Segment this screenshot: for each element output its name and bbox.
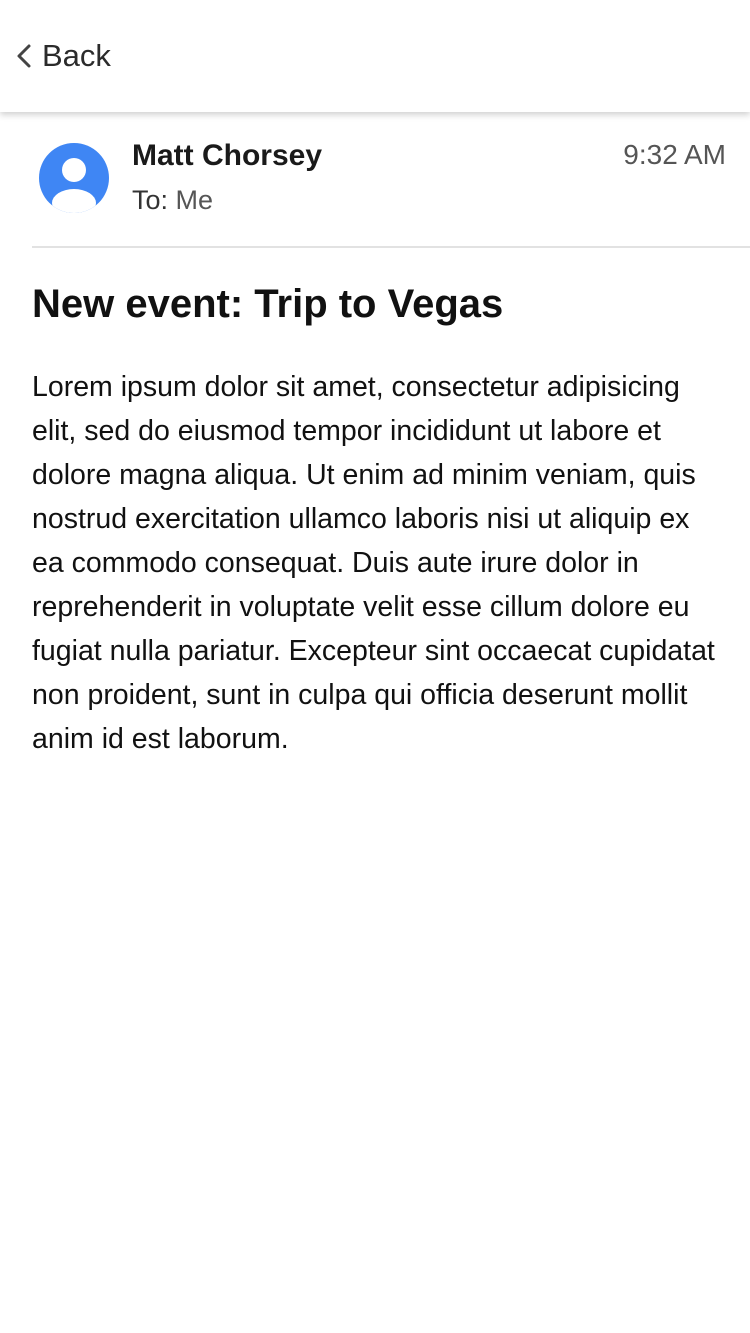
- person-avatar-icon: [39, 143, 109, 213]
- email-detail-screen: Back Matt Chorsey To: Me 9:32 AM New eve…: [0, 0, 750, 1333]
- email-time: 9:32 AM: [623, 139, 726, 170]
- email-body: Lorem ipsum dolor sit amet, consectetur …: [32, 371, 715, 755]
- top-navigation-bar: Back: [0, 0, 750, 112]
- to-label: To:: [132, 185, 169, 215]
- email-header: Matt Chorsey To: Me 9:32 AM: [32, 112, 750, 248]
- email-subject: New event: Trip to Vegas: [32, 282, 504, 326]
- sender-name: Matt Chorsey: [132, 139, 323, 172]
- back-label: Back: [42, 38, 111, 73]
- recipient-name: Me: [175, 185, 214, 215]
- chevron-left-icon: [16, 43, 32, 69]
- back-button[interactable]: Back: [16, 34, 111, 78]
- recipient-line: To: Me: [132, 185, 213, 216]
